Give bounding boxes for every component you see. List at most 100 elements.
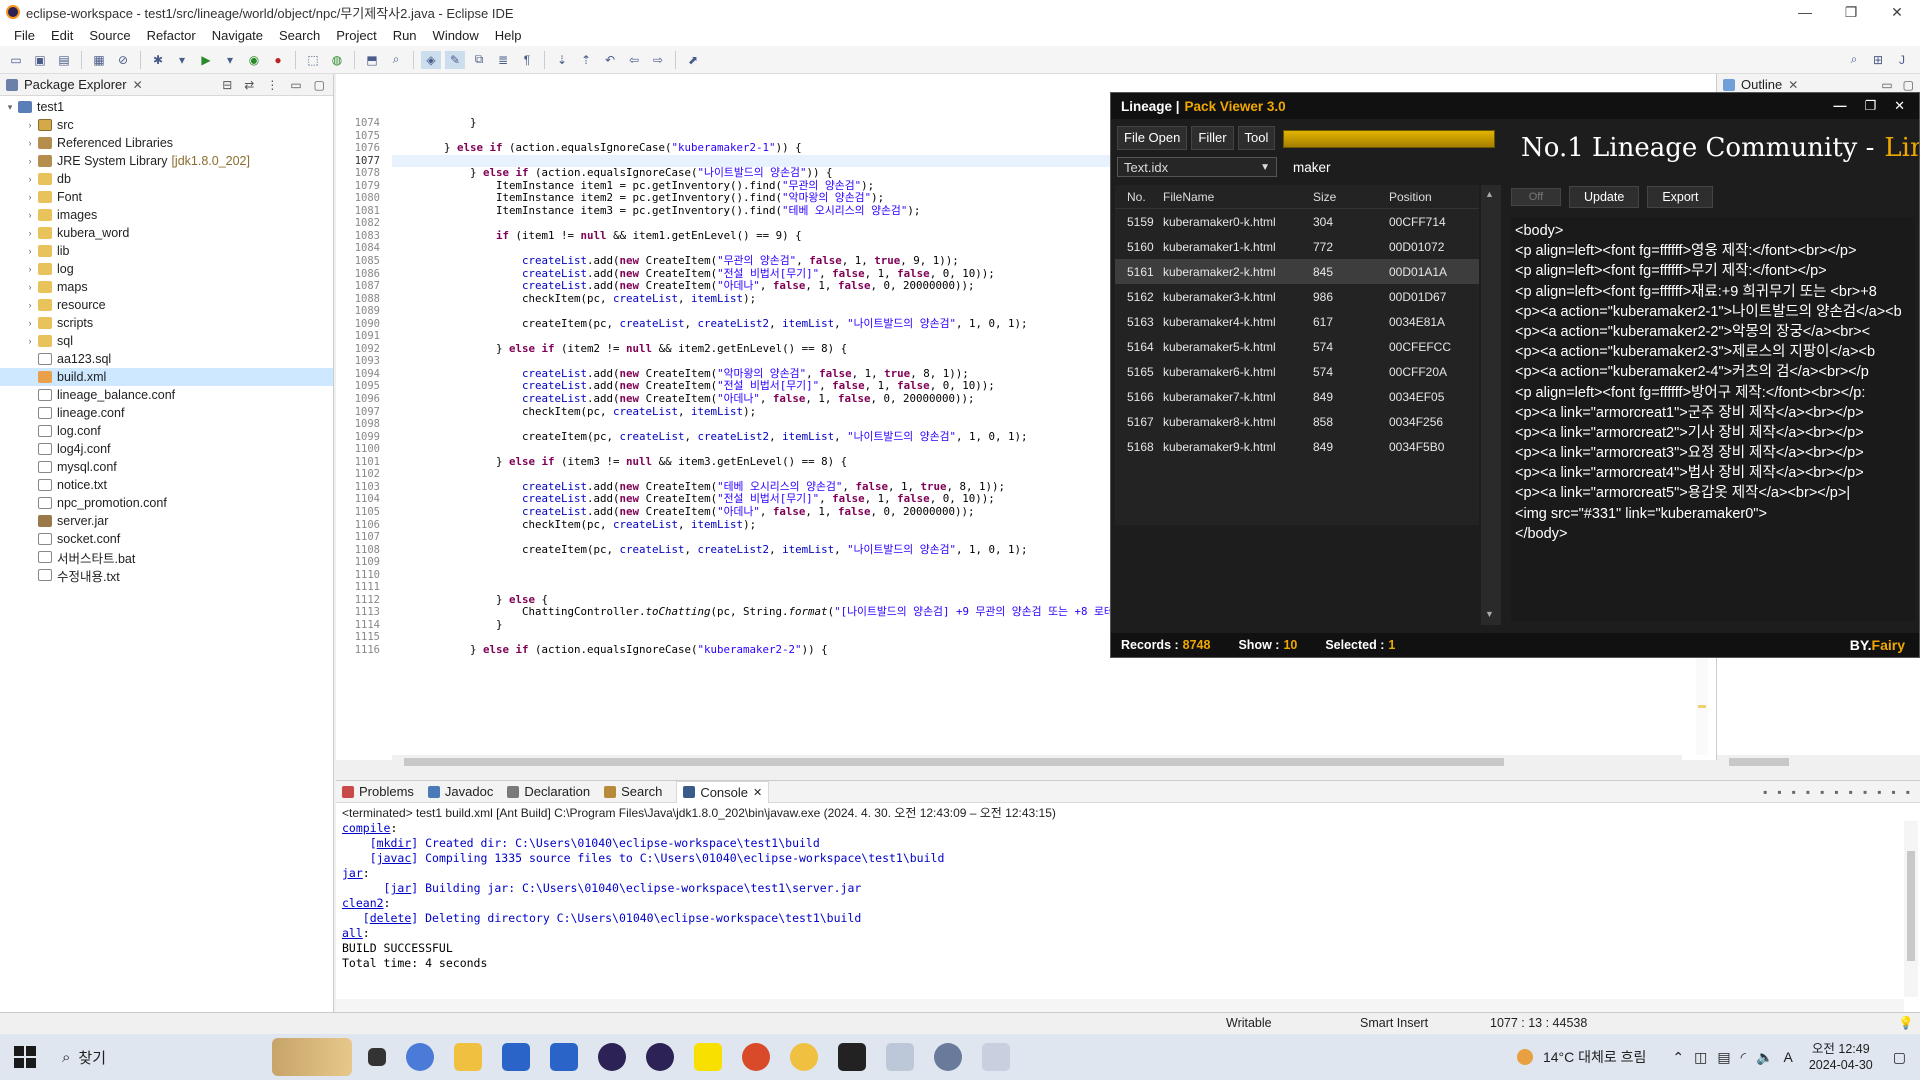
col-position[interactable]: Position (1389, 190, 1469, 204)
skip-breakpoints-icon[interactable]: ⊘ (113, 51, 133, 69)
collapsed-twisty-icon[interactable]: › (24, 246, 36, 256)
terminate-icon[interactable]: ▪ (1763, 785, 1767, 799)
close-icon[interactable]: ✕ (753, 786, 762, 799)
menu-item-search[interactable]: Search (271, 28, 328, 43)
console-link[interactable]: all (342, 926, 363, 940)
menu-item-navigate[interactable]: Navigate (204, 28, 271, 43)
toggle-switch[interactable]: Off (1511, 188, 1561, 206)
open-type-icon[interactable]: ⬒ (362, 51, 382, 69)
remove-all-icon[interactable]: ▪ (1792, 785, 1796, 799)
taskbar-clock[interactable]: 오전 12:49 2024-04-30 (1809, 1041, 1873, 1073)
tree-item[interactable]: › src (0, 116, 333, 134)
taskbar-search[interactable]: ⌕ 찾기 (62, 1047, 272, 1068)
col-filename[interactable]: FileName (1163, 190, 1313, 204)
menu-item-refactor[interactable]: Refactor (139, 28, 204, 43)
tab-problems[interactable]: Problems (342, 784, 414, 799)
tree-item[interactable]: log.conf (0, 422, 333, 440)
console-link[interactable]: compile (342, 821, 390, 835)
collapsed-twisty-icon[interactable]: › (24, 156, 36, 166)
terminal-icon[interactable]: ▦ (89, 51, 109, 69)
toggle-mark-icon[interactable]: ◈ (421, 50, 441, 69)
new-class-icon[interactable]: ◍ (327, 51, 347, 69)
console-link[interactable]: delete (370, 911, 412, 925)
tray-network-icon[interactable]: ▤ (1717, 1049, 1730, 1066)
forward-icon[interactable]: ⇨ (648, 51, 668, 69)
file-explorer-icon[interactable] (454, 1043, 482, 1071)
collapsed-twisty-icon[interactable]: › (24, 300, 36, 310)
file-table-row[interactable]: 5166 kuberamaker7-k.html 849 0034EF05 (1115, 384, 1479, 409)
package-explorer-tab[interactable]: Package Explorer ✕ ⊟ ⇄ ⋮ ▭ ▢ (0, 74, 333, 96)
tool-button[interactable]: Tool (1237, 126, 1276, 150)
close-button[interactable]: ✕ (1874, 4, 1920, 21)
pin-console-icon[interactable]: ▪ (1849, 785, 1853, 799)
collapsed-twisty-icon[interactable]: › (24, 228, 36, 238)
console-horizontal-scrollbar[interactable] (336, 999, 1904, 1013)
kakaotalk-icon[interactable] (694, 1043, 722, 1071)
tree-item[interactable]: › images (0, 206, 333, 224)
console-link[interactable]: clean2 (342, 896, 384, 910)
scroll-down-icon[interactable]: ▼ (1485, 609, 1494, 619)
tree-item[interactable]: › sql (0, 332, 333, 350)
file-table-row[interactable]: 5162 kuberamaker3-k.html 986 00D01D67 (1115, 284, 1479, 309)
export-button[interactable]: Export (1647, 186, 1714, 208)
display-console-icon[interactable]: ▪ (1863, 785, 1867, 799)
tree-item[interactable]: › log (0, 260, 333, 278)
html-content-textarea[interactable]: <body> <p align=left><font fg=ffffff>영웅 제… (1511, 217, 1915, 621)
tree-item[interactable]: › JRE System Library [jdk1.8.0_202] (0, 152, 333, 170)
pv-maximize-button[interactable]: ❐ (1864, 98, 1876, 114)
back-icon[interactable]: ⇦ (624, 51, 644, 69)
collapsed-twisty-icon[interactable]: › (24, 174, 36, 184)
tab-search[interactable]: Search (604, 784, 662, 799)
tip-icon[interactable]: 💡 (1898, 1016, 1914, 1031)
tree-item[interactable]: ▾ test1 (0, 98, 333, 116)
file-table-row[interactable]: 5163 kuberamaker4-k.html 617 0034E81A (1115, 309, 1479, 334)
col-no[interactable]: No. (1115, 190, 1163, 204)
tab-declaration[interactable]: Declaration (507, 784, 590, 799)
scroll-thumb[interactable] (404, 758, 1504, 766)
tree-item[interactable]: 서버스타트.bat (0, 548, 333, 566)
tray-wifi-icon[interactable]: ◜ (1741, 1049, 1746, 1066)
word-wrap-icon[interactable]: ▪ (1834, 785, 1838, 799)
file-table-row[interactable]: 5168 kuberamaker9-k.html 849 0034F5B0 (1115, 434, 1479, 459)
task-view-icon[interactable] (368, 1048, 386, 1066)
last-edit-icon[interactable]: ↶ (600, 51, 620, 69)
monitor-icon[interactable] (886, 1043, 914, 1071)
tree-item[interactable]: lineage.conf (0, 404, 333, 422)
view-menu-icon[interactable]: ⋮ (266, 78, 278, 92)
tray-chevron-icon[interactable]: ⌃ (1672, 1049, 1684, 1066)
prev-annotation-icon[interactable]: ⇡ (576, 51, 596, 69)
menu-item-source[interactable]: Source (81, 28, 138, 43)
tree-item[interactable]: › Referenced Libraries (0, 134, 333, 152)
file-table-row[interactable]: 5167 kuberamaker8-k.html 858 0034F256 (1115, 409, 1479, 434)
tab-console[interactable]: Console ✕ (676, 780, 770, 803)
debug-icon[interactable]: ✱ (148, 51, 168, 69)
windows-start-icon[interactable] (14, 1046, 36, 1068)
tree-item[interactable]: server.jar (0, 512, 333, 530)
menu-item-file[interactable]: File (6, 28, 43, 43)
eclipse-taskbar-icon[interactable] (598, 1043, 626, 1071)
weather-text[interactable]: 14°C 대체로 흐림 (1543, 1047, 1646, 1067)
col-size[interactable]: Size (1313, 190, 1389, 204)
new-icon[interactable]: ▭ (6, 51, 26, 69)
tree-item[interactable]: › Font (0, 188, 333, 206)
menu-item-help[interactable]: Help (487, 28, 530, 43)
console-link[interactable]: javac (377, 851, 412, 865)
external-tools-icon[interactable]: ● (268, 51, 288, 69)
console-output[interactable]: compile: [mkdir] Created dir: C:\Users\0… (336, 821, 1920, 971)
toggle-block-icon[interactable]: ⧉ (469, 51, 489, 69)
menu-item-window[interactable]: Window (425, 28, 487, 43)
pack-viewer-taskbar-icon[interactable] (982, 1043, 1010, 1071)
minimize-view-icon[interactable]: ▪ (1891, 785, 1895, 799)
edge-icon[interactable] (406, 1043, 434, 1071)
tree-item[interactable]: aa123.sql (0, 350, 333, 368)
tree-item[interactable]: mysql.conf (0, 458, 333, 476)
console-vertical-scrollbar[interactable] (1904, 821, 1918, 997)
console-link[interactable]: jar (342, 866, 363, 880)
maximize-view-icon[interactable]: ▢ (1903, 78, 1914, 92)
open-perspective-icon[interactable]: ⊞ (1868, 51, 1888, 69)
filler-button[interactable]: Filler (1191, 126, 1234, 150)
eclipse-taskbar-icon-2[interactable] (646, 1043, 674, 1071)
tree-item[interactable]: › lib (0, 242, 333, 260)
file-table-row[interactable]: 5161 kuberamaker2-k.html 845 00D01A1A (1115, 259, 1479, 284)
ime-indicator[interactable]: A (1783, 1049, 1792, 1065)
